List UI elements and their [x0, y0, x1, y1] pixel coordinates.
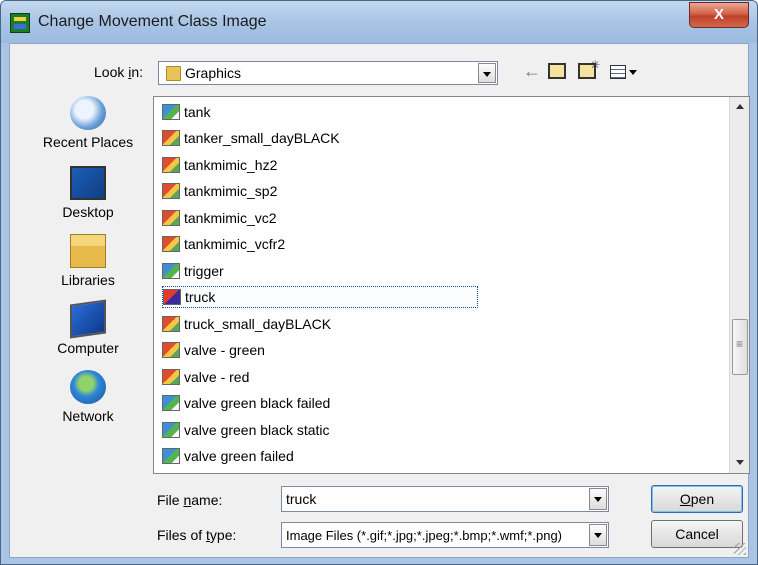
list-item[interactable]: tankmimic_hz2 [162, 154, 277, 176]
app-icon [10, 13, 30, 33]
file-name: valve green failed [184, 448, 294, 464]
file-name: tank [184, 104, 211, 120]
place-label: Computer [57, 340, 119, 356]
view-menu-chevron-icon[interactable] [629, 70, 637, 75]
place-label: Libraries [61, 272, 115, 288]
list-item[interactable]: tank [162, 101, 210, 123]
file-name-label: File name: [157, 492, 223, 508]
file-name: valve - red [184, 369, 250, 385]
place-label: Recent Places [42, 134, 134, 150]
file-name: trigger [184, 263, 224, 279]
vertical-scrollbar[interactable] [729, 97, 749, 473]
list-item[interactable]: valve - red [162, 366, 249, 388]
places-bar: Recent Places Desktop Libraries Computer… [22, 96, 154, 466]
files-of-type-value: Image Files (*.gif;*.jpg;*.jpeg;*.bmp;*.… [286, 527, 563, 543]
open-button[interactable]: Open [651, 485, 743, 513]
image-file-icon [162, 104, 180, 120]
file-name: tankmimic_vcfr2 [184, 236, 286, 252]
window-title: Change Movement Class Image [38, 13, 267, 30]
network-icon [70, 370, 106, 404]
file-name: truck_small_dayBLACK [184, 316, 332, 332]
chevron-down-icon[interactable] [589, 524, 607, 546]
chevron-down-icon[interactable] [589, 488, 607, 510]
close-button[interactable]: X [689, 2, 749, 28]
resize-grip-icon[interactable] [734, 543, 746, 555]
file-name: truck [185, 289, 216, 305]
computer-icon [70, 299, 106, 339]
image-file-icon [162, 422, 180, 438]
file-name: tankmimic_vc2 [184, 210, 277, 226]
metafile-icon [162, 183, 180, 199]
image-file-icon [163, 289, 181, 305]
file-list[interactable]: tank tanker_small_dayBLACK tankmimic_hz2… [153, 96, 750, 474]
dialog-window: Change Movement Class Image X Look in: G… [0, 0, 758, 565]
list-item-selected[interactable]: truck [162, 286, 478, 308]
new-folder-icon[interactable] [578, 53, 600, 79]
file-name: valve green black failed [184, 395, 331, 411]
chevron-down-icon[interactable] [478, 63, 496, 83]
file-name: tankmimic_sp2 [184, 183, 278, 199]
list-item[interactable]: trigger [162, 260, 224, 282]
dialog-body: Look in: Graphics ← Recent Places Deskto… [9, 43, 750, 558]
scroll-up-arrow-icon[interactable] [730, 97, 749, 117]
metafile-icon [162, 316, 180, 332]
up-folder-icon[interactable] [548, 63, 566, 79]
list-item[interactable]: truck_small_dayBLACK [162, 313, 331, 335]
place-label: Network [62, 408, 114, 424]
scrollbar-thumb[interactable] [732, 319, 748, 375]
place-libraries[interactable]: Libraries [22, 234, 154, 302]
metafile-icon [162, 157, 180, 173]
look-in-label: Look in: [94, 64, 144, 80]
list-item[interactable]: tankmimic_sp2 [162, 180, 277, 202]
file-name-dropdown[interactable] [588, 487, 608, 511]
files-of-type-dropdown[interactable] [588, 523, 608, 547]
list-item[interactable]: valve - green [162, 339, 265, 361]
image-file-icon [162, 448, 180, 464]
list-item[interactable]: tankmimic_vc2 [162, 207, 277, 229]
metafile-icon [162, 369, 180, 385]
metafile-icon [162, 236, 180, 252]
list-item[interactable]: valve green black static [162, 419, 330, 441]
look-in-value: Graphics [185, 65, 242, 81]
back-arrow-icon[interactable]: ← [520, 59, 544, 83]
list-item[interactable]: valve green failed [162, 445, 294, 467]
files-of-type-label: Files of type: [157, 527, 237, 543]
place-recent-places[interactable]: Recent Places [22, 96, 154, 164]
metafile-icon [162, 342, 180, 358]
file-name: valve - green [184, 342, 265, 358]
file-name: tankmimic_hz2 [184, 157, 278, 173]
place-desktop[interactable]: Desktop [22, 166, 154, 234]
libraries-icon [70, 234, 106, 268]
desktop-icon [70, 166, 106, 200]
title-bar[interactable]: Change Movement Class Image X [1, 1, 757, 43]
metafile-icon [162, 210, 180, 226]
folder-icon [166, 66, 181, 81]
look-in-combo[interactable]: Graphics [158, 61, 498, 85]
scroll-down-arrow-icon[interactable] [730, 453, 749, 473]
metafile-icon [162, 130, 180, 146]
list-item[interactable]: tankmimic_vcfr2 [162, 233, 285, 255]
recent-places-icon [70, 96, 106, 130]
view-menu-icon[interactable] [610, 65, 626, 79]
image-file-icon [162, 395, 180, 411]
place-network[interactable]: Network [22, 370, 154, 438]
image-file-icon [162, 263, 180, 279]
file-name-input[interactable]: truck [281, 486, 609, 512]
place-label: Desktop [62, 204, 114, 220]
file-name: tanker_small_dayBLACK [184, 130, 340, 146]
list-item[interactable]: valve green black failed [162, 392, 330, 414]
place-computer[interactable]: Computer [22, 299, 154, 370]
file-name-value: truck [286, 491, 317, 507]
cancel-button[interactable]: Cancel [651, 520, 743, 548]
list-item[interactable]: tanker_small_dayBLACK [162, 127, 340, 149]
file-name: valve green black static [184, 422, 330, 438]
files-of-type-select[interactable]: Image Files (*.gif;*.jpg;*.jpeg;*.bmp;*.… [281, 522, 609, 548]
